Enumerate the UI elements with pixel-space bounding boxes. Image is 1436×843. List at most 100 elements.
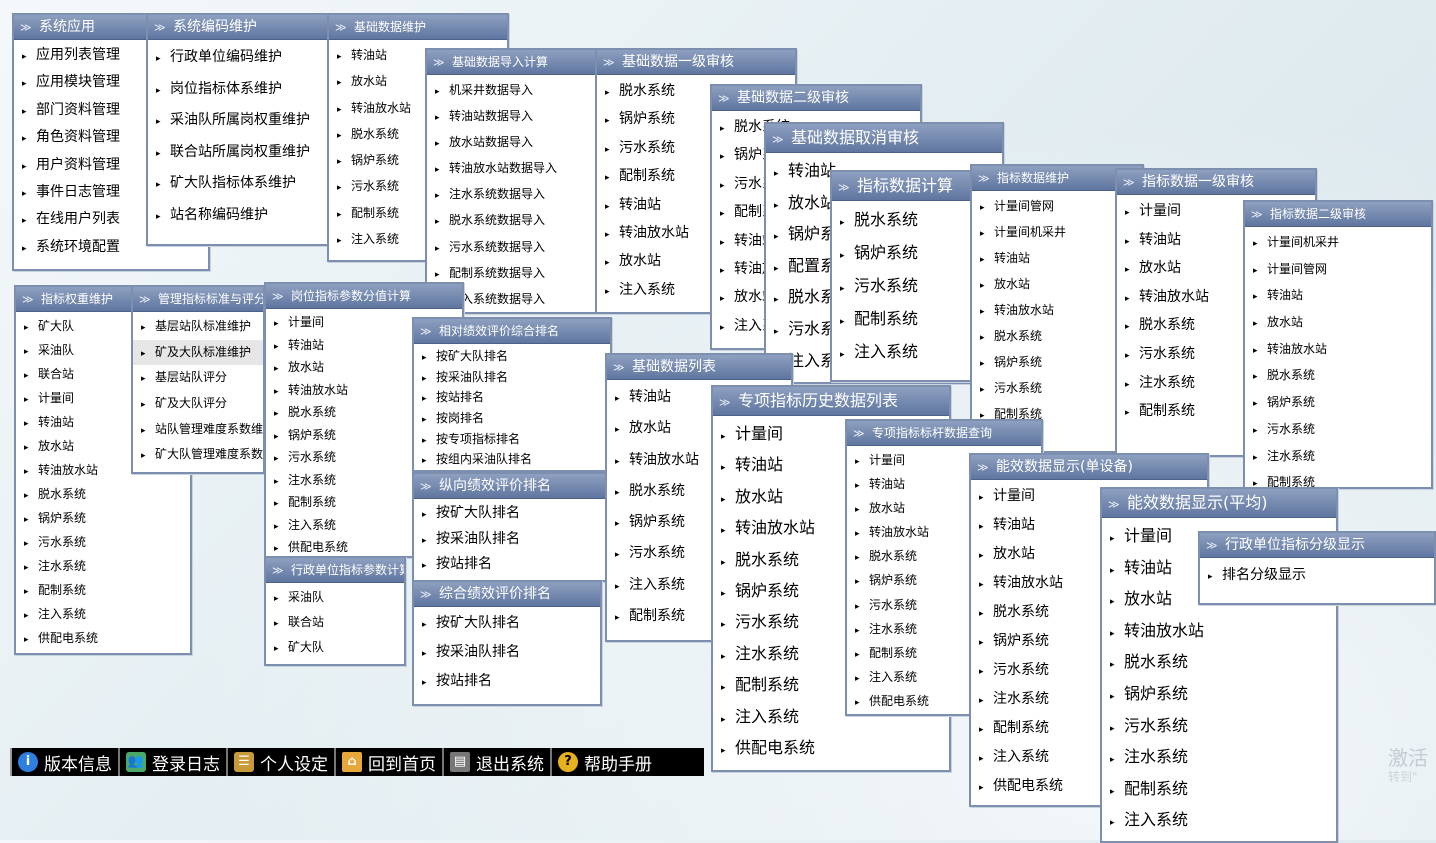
menu-item[interactable]: ▸ 污水系统: [832, 269, 970, 302]
menu-item[interactable]: ▸ 注入系统: [832, 335, 970, 368]
menu-item[interactable]: ▸ 放水站: [1245, 309, 1431, 336]
menu-item[interactable]: ▸ 岗位指标体系维护: [148, 74, 328, 106]
menu-item[interactable]: ▸ 注水系统: [1102, 741, 1336, 773]
menu-item[interactable]: ▸ 供配电系统: [16, 626, 190, 650]
login-log-button[interactable]: 👥 登录日志: [118, 748, 226, 776]
menu-item[interactable]: ▸ 按矿大队排名: [414, 609, 600, 638]
menu-item-label: 放水站: [1139, 260, 1181, 277]
menu-item[interactable]: ▸ 机采井数据导入: [427, 77, 597, 103]
menu-item[interactable]: ▸ 配制系统: [16, 578, 190, 602]
menu-item-label: 应用模块管理: [36, 74, 120, 91]
menu-item[interactable]: ▸ 按矿大队排名: [414, 501, 606, 527]
menu-item[interactable]: ▸ 配制系统: [1102, 773, 1336, 805]
menu-item-label: 计量间: [993, 488, 1035, 504]
menu-item[interactable]: ▸ 矿及大队评分: [133, 391, 263, 417]
menu-item[interactable]: ▸ 转油站: [1245, 282, 1431, 309]
arrow-right-icon: ▸: [156, 211, 161, 222]
menu-item[interactable]: ▸ 采油队: [266, 585, 404, 610]
menu-item[interactable]: ▸ 锅炉系统: [16, 506, 190, 530]
arrow-right-icon: ▸: [980, 255, 985, 265]
menu-item-label: 配制系统数据导入: [449, 265, 546, 280]
menu-item[interactable]: ▸ 污水系统: [1245, 416, 1431, 443]
arrow-right-icon: ▸: [1110, 628, 1115, 639]
menu-header: ≫ 能效数据显示(平均): [1102, 489, 1336, 518]
double-chevron-icon: ≫: [772, 133, 784, 146]
menu-item-label: 转油放水站数据导入: [449, 161, 558, 176]
menu-item[interactable]: ▸ 按矿大队排名: [414, 346, 610, 367]
menu-item[interactable]: ▸ 基层站队标准维护: [133, 314, 263, 340]
menu-item[interactable]: ▸ 按岗排名: [414, 408, 610, 429]
menu-item[interactable]: ▸ 锅炉系统: [1245, 389, 1431, 416]
menu-item[interactable]: ▸ 按站排名: [414, 387, 610, 408]
arrow-right-icon: ▸: [979, 522, 984, 532]
menu-item-label: 转油放水站: [629, 451, 699, 468]
menu-item-label: 配制系统: [629, 608, 685, 625]
arrow-right-icon: ▸: [274, 619, 279, 629]
menu-item[interactable]: ▸ 按组内采油队排名: [414, 449, 610, 470]
menu-item[interactable]: ▸ 按采油队排名: [414, 527, 606, 553]
menu-item[interactable]: ▸ 配制系统: [832, 302, 970, 335]
menu-item[interactable]: ▸ 按专项指标排名: [414, 429, 610, 450]
menu-item[interactable]: ▸ 注水系统: [1245, 443, 1431, 470]
menu-item[interactable]: ▸ 污水系统: [1102, 710, 1336, 742]
menu-item[interactable]: ▸ 脱水系统: [1245, 362, 1431, 389]
arrow-right-icon: ▸: [774, 200, 779, 211]
arrow-right-icon: ▸: [435, 191, 440, 202]
menu-item-label: 转油站: [288, 337, 325, 352]
menu-item[interactable]: ▸ 污水系统数据导入: [427, 234, 597, 260]
menu-item[interactable]: ▸ 站队管理难度系数维护: [133, 417, 263, 443]
menu-item[interactable]: ▸ 脱水系统: [16, 482, 190, 506]
menu-item-label: 转油站: [619, 196, 661, 213]
menu-item[interactable]: ▸ 矿及大队标准维护: [133, 339, 263, 366]
arrow-right-icon: ▸: [274, 521, 279, 532]
menu-item-label: 锅炉系统: [1267, 395, 1316, 410]
menu-item-label: 转油放水站: [1139, 288, 1209, 305]
exit-button[interactable]: ▤ 退出系统: [442, 748, 550, 776]
menu-item[interactable]: ▸ 锅炉系统: [1102, 678, 1336, 710]
menu-item[interactable]: ▸ 供配电系统: [713, 732, 949, 763]
menu-item[interactable]: ▸ 联合站: [266, 610, 404, 635]
menu-item[interactable]: ▸ 脱水系统: [832, 203, 970, 236]
menu-item[interactable]: ▸ 转油放水站数据导入: [427, 155, 597, 181]
menu-item[interactable]: ▸ 联合站所属岗权重维护: [148, 137, 328, 169]
menu-item[interactable]: ▸ 按采油队排名: [414, 638, 600, 667]
menu-item[interactable]: ▸ 转油放水站: [1245, 336, 1431, 363]
help-button[interactable]: ? 帮助手册: [550, 748, 658, 776]
version-info-button[interactable]: i 版本信息: [10, 748, 118, 776]
home-button[interactable]: ⌂ 回到首页: [334, 748, 442, 776]
menu-item[interactable]: ▸ 矿大队指标体系维护: [148, 168, 328, 200]
menu-item[interactable]: ▸ 计量间管网: [1245, 256, 1431, 283]
menu-item[interactable]: ▸ 矿大队: [266, 635, 404, 660]
menu-item[interactable]: ▸ 脱水系统: [1102, 646, 1336, 678]
menu-item[interactable]: ▸ 注入系统: [16, 602, 190, 626]
arrow-right-icon: ▸: [422, 394, 427, 405]
menu-item[interactable]: ▸ 锅炉系统: [832, 236, 970, 269]
menu-item[interactable]: ▸ 污水系统: [16, 530, 190, 554]
menu-item-label: 转油站: [1124, 557, 1173, 577]
menu-item-label: 锅炉系统: [1124, 683, 1189, 703]
menu-item[interactable]: ▸ 站名称编码维护: [148, 200, 328, 232]
menu-item[interactable]: ▸ 采油队所属岗权重维护: [148, 105, 328, 137]
menu-item[interactable]: ▸ 按采油队排名: [414, 367, 610, 388]
menu-item[interactable]: ▸ 脱水系统数据导入: [427, 207, 597, 233]
menu-item[interactable]: ▸ 注水系统: [16, 554, 190, 578]
menu-item-label: 脱水系统: [993, 604, 1049, 620]
menu-item[interactable]: ▸ 行政单位编码维护: [148, 42, 328, 74]
menu-title: 相对绩效评价综合排名: [439, 324, 560, 338]
menu-item[interactable]: ▸ 基层站队评分: [133, 365, 263, 391]
arrow-right-icon: ▸: [1110, 755, 1115, 766]
menu-item[interactable]: ▸ 注水系统数据导入: [427, 181, 597, 207]
personal-settings-button[interactable]: ☰ 个人设定: [226, 748, 334, 776]
menu-item[interactable]: ▸ 按站排名: [414, 552, 606, 578]
menu-item[interactable]: ▸ 排名分级显示: [1200, 560, 1434, 590]
menu-item-label: 脱水系统: [854, 210, 919, 229]
menu-item[interactable]: ▸ 计量间机采井: [1245, 229, 1431, 256]
arrow-right-icon: ▸: [979, 783, 984, 793]
menu-item[interactable]: ▸ 矿大队管理难度系数维护: [133, 442, 263, 468]
menu-item[interactable]: ▸ 按站排名: [414, 667, 600, 696]
menu-item[interactable]: ▸ 转油站数据导入: [427, 103, 597, 129]
arrow-right-icon: ▸: [1110, 565, 1115, 576]
menu-item[interactable]: ▸ 放水站数据导入: [427, 129, 597, 155]
menu-item[interactable]: ▸ 注入系统: [1102, 804, 1336, 836]
menu-item[interactable]: ▸ 转油放水站: [1102, 615, 1336, 647]
